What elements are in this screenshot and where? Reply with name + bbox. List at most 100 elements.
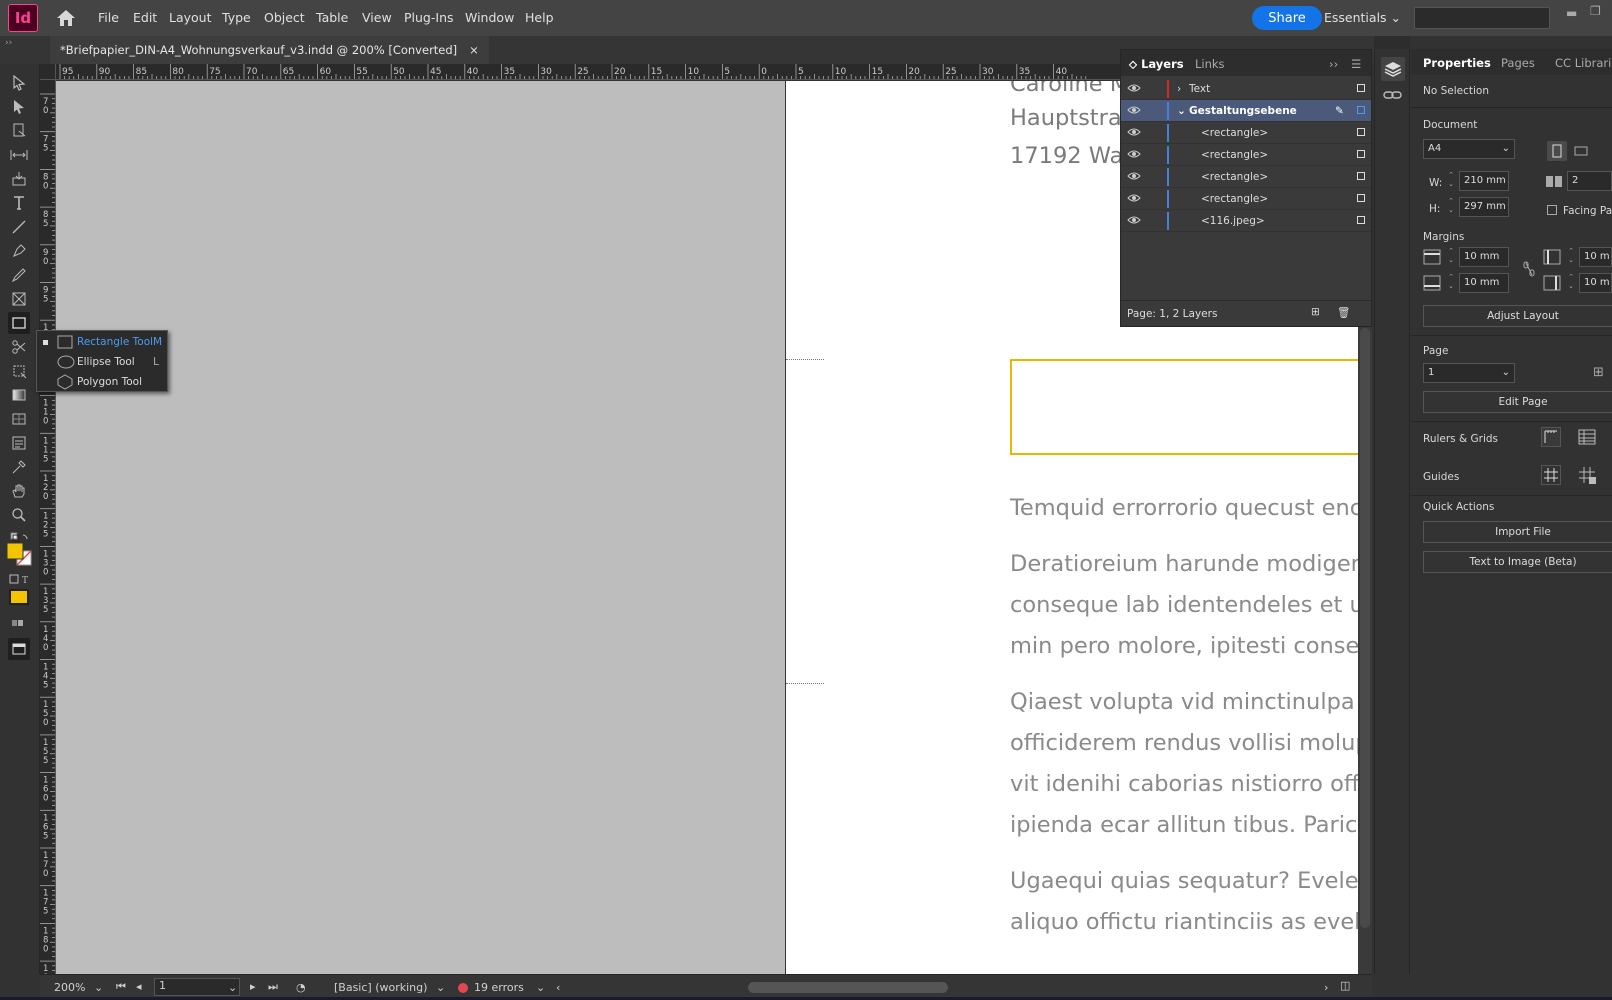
delete-layer-icon[interactable]: 🗑 <box>1337 306 1350 319</box>
hand-tool-icon[interactable] <box>8 480 30 502</box>
flyout-polygon-tool[interactable]: Polygon Tool <box>37 372 167 392</box>
menu-edit[interactable]: Edit <box>133 10 157 25</box>
visibility-eye-icon[interactable] <box>1127 215 1141 225</box>
tab-pages[interactable]: Pages <box>1501 56 1535 70</box>
pasteboard[interactable] <box>56 81 786 974</box>
margin-top-stepper-icon[interactable]: ⌃ ⌄ <box>1445 247 1457 267</box>
gradient-tool-icon[interactable] <box>8 384 30 406</box>
layer-row-rectangle[interactable]: <rectangle> <box>1121 188 1371 210</box>
margin-right-field[interactable]: 10 m <box>1579 273 1612 293</box>
errors-dropdown-icon[interactable]: ⌄ <box>536 981 545 994</box>
link-margins-icon[interactable] <box>1523 261 1535 277</box>
layer-select-square[interactable] <box>1357 106 1365 114</box>
scissors-tool-icon[interactable] <box>8 336 30 358</box>
object-select-square[interactable] <box>1357 216 1365 224</box>
margin-bottom-field[interactable]: 10 mm <box>1459 273 1509 293</box>
rectangle-tool-icon[interactable] <box>8 312 30 334</box>
open-preflight-icon[interactable]: ◔ <box>296 981 306 994</box>
scroll-right-icon[interactable]: › <box>1324 981 1328 994</box>
zoom-dropdown-icon[interactable]: ⌄ <box>94 981 103 994</box>
next-page-icon[interactable]: ▸ <box>250 980 256 993</box>
tab-layers[interactable]: ⬦ Layers <box>1129 57 1184 72</box>
horizontal-ruler[interactable]: 95 90 85 80 75 70 65 60 55 50 45 40 35 30 25 20 15 10 5 0 5 1… <box>56 64 1120 80</box>
note-tool-icon[interactable] <box>8 432 30 454</box>
horizontal-scroll-thumb[interactable] <box>748 982 948 993</box>
collapse-toolbar-icon[interactable]: ›› <box>5 38 12 48</box>
menu-type[interactable]: Type <box>222 10 251 25</box>
layer-row-image[interactable]: <116.jpeg> <box>1121 210 1371 232</box>
workspace-switcher[interactable]: Essentials ⌄ <box>1324 10 1401 25</box>
ruler-toggle-icon[interactable] <box>1541 427 1561 447</box>
visibility-eye-icon[interactable] <box>1127 171 1141 181</box>
menu-plugins[interactable]: Plug-Ins <box>404 10 454 25</box>
edit-page-button[interactable]: Edit Page <box>1423 391 1612 413</box>
new-layer-icon[interactable]: ⊞ <box>1311 306 1320 318</box>
ruler-origin[interactable] <box>40 64 56 80</box>
search-input[interactable] <box>1414 7 1550 29</box>
layer-row-text[interactable]: › Text <box>1121 78 1371 100</box>
tab-properties[interactable]: Properties <box>1423 56 1491 70</box>
split-layout-icon[interactable]: ◫ <box>1340 979 1350 992</box>
layer-row-rectangle[interactable]: <rectangle> <box>1121 166 1371 188</box>
margin-bottom-stepper-icon[interactable]: ⌃ ⌄ <box>1445 273 1457 293</box>
import-file-button[interactable]: Import File <box>1423 521 1612 543</box>
collapse-triangle-icon[interactable]: ⌄ <box>1177 105 1186 117</box>
eyedropper-tool-icon[interactable] <box>8 456 30 478</box>
selection-tool-icon[interactable] <box>8 72 30 94</box>
menu-window[interactable]: Window <box>465 10 514 25</box>
profile-dropdown-icon[interactable]: ⌄ <box>436 981 445 994</box>
document-preset-select[interactable]: A4 ⌄ <box>1423 139 1515 159</box>
margin-left-field[interactable]: 10 m <box>1579 247 1612 267</box>
menu-layout[interactable]: Layout <box>169 10 212 25</box>
pencil-tool-icon[interactable] <box>8 264 30 286</box>
gradient-feather-tool-icon[interactable] <box>8 408 30 430</box>
pages-count-field[interactable]: 2 <box>1567 171 1612 191</box>
visibility-eye-icon[interactable] <box>1127 127 1141 137</box>
menu-view[interactable]: View <box>362 10 392 25</box>
document-tab[interactable]: *Briefpapier_DIN-A4_Wohnungsverkauf_v3.i… <box>50 36 489 64</box>
object-select-square[interactable] <box>1357 150 1365 158</box>
vertical-ruler[interactable]: 7075808590951001051101151201251301351401… <box>40 80 56 975</box>
apply-color-icon[interactable] <box>6 586 32 608</box>
first-page-icon[interactable]: ⏮ <box>116 980 126 994</box>
layer-row-gestaltungsebene[interactable]: ⌄ Gestaltungsebene ✎ <box>1121 100 1371 122</box>
facing-pages-checkbox[interactable] <box>1547 205 1557 215</box>
page-select[interactable]: 1 ⌄ <box>1423 363 1515 383</box>
panel-menu-icon[interactable]: ☰ <box>1351 57 1361 71</box>
width-field[interactable]: 210 mm <box>1459 171 1509 191</box>
height-field[interactable]: 297 mm <box>1459 197 1509 217</box>
close-icon[interactable]: × <box>469 43 479 57</box>
visibility-eye-icon[interactable] <box>1127 149 1141 159</box>
type-tool-icon[interactable] <box>8 192 30 214</box>
object-select-square[interactable] <box>1357 194 1365 202</box>
fill-stroke-swatch[interactable] <box>4 540 34 570</box>
margin-right-stepper-icon[interactable]: ⌃ ⌄ <box>1565 273 1577 293</box>
zoom-level[interactable]: 200% <box>54 981 85 994</box>
width-stepper-icon[interactable]: ⌃ ⌄ <box>1445 171 1457 191</box>
grid-toggle-icon[interactable] <box>1577 427 1597 447</box>
flyout-rectangle-tool[interactable]: Rectangle Tool M <box>37 332 167 352</box>
home-icon[interactable] <box>56 9 76 27</box>
add-page-icon[interactable]: ⊞ <box>1593 365 1604 380</box>
rectangle-frame-tool-icon[interactable] <box>8 288 30 310</box>
gap-tool-icon[interactable] <box>8 144 30 166</box>
free-transform-tool-icon[interactable] <box>8 360 30 382</box>
margin-left-stepper-icon[interactable]: ⌃ ⌄ <box>1565 247 1577 267</box>
expand-triangle-icon[interactable]: › <box>1177 83 1181 95</box>
page-dropdown-icon[interactable]: ⌄ <box>228 981 237 994</box>
links-panel-icon[interactable] <box>1383 89 1403 101</box>
smart-guides-icon[interactable] <box>1577 465 1597 485</box>
menu-file[interactable]: File <box>98 10 119 25</box>
page-tool-icon[interactable] <box>8 120 30 142</box>
portrait-orientation-icon[interactable] <box>1547 141 1567 161</box>
adjust-layout-button[interactable]: Adjust Layout <box>1423 305 1612 327</box>
share-button[interactable]: Share <box>1252 6 1322 30</box>
content-collector-icon[interactable] <box>8 168 30 190</box>
menu-help[interactable]: Help <box>525 10 554 25</box>
layers-panel-icon[interactable] <box>1381 57 1405 81</box>
direct-selection-tool-icon[interactable] <box>8 96 30 118</box>
height-stepper-icon[interactable]: ⌃ ⌄ <box>1445 197 1457 217</box>
margin-top-field[interactable]: 10 mm <box>1459 247 1509 267</box>
screen-mode-icon[interactable] <box>8 638 30 660</box>
object-select-square[interactable] <box>1357 128 1365 136</box>
